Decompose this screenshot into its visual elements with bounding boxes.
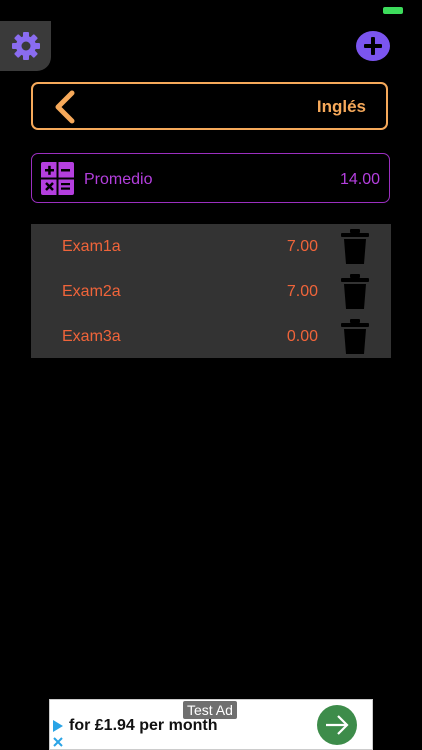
gear-icon (11, 32, 40, 60)
exam-name: Exam1a (62, 238, 121, 255)
exam-score: 0.00 (286, 328, 318, 345)
trash-icon[interactable] (341, 229, 369, 264)
average-panel: Promedio 14.00 (31, 153, 390, 203)
exam-list: Exam1a 7.00 Exam2a 7.00 Exam3a 0.00 (31, 224, 391, 358)
add-exam-button[interactable] (355, 30, 391, 62)
average-label: Promedio (84, 171, 153, 188)
back-button[interactable] (51, 90, 81, 124)
average-value: 14.00 (339, 171, 380, 188)
chevron-left-icon (55, 90, 75, 124)
trash-icon[interactable] (341, 319, 369, 354)
exam-score: 7.00 (286, 238, 318, 255)
page-title: Inglés (316, 97, 366, 116)
arrow-right-icon (326, 715, 349, 735)
exam-name: Exam2a (62, 283, 121, 300)
battery-indicator (383, 7, 403, 14)
exam-name: Exam3a (62, 328, 121, 345)
list-item[interactable]: Exam2a 7.00 (31, 269, 391, 314)
subject-header: Inglés (31, 82, 388, 130)
exam-score: 7.00 (286, 283, 318, 300)
ad-banner[interactable]: for £1.94 per month Test Ad (49, 699, 373, 750)
list-item[interactable]: Exam3a 0.00 (31, 314, 391, 359)
ad-go-button[interactable] (317, 705, 357, 745)
info-icon[interactable] (50, 718, 66, 750)
trash-icon[interactable] (341, 274, 369, 309)
settings-button[interactable] (0, 21, 51, 71)
calculator-icon (41, 162, 74, 195)
plus-circle-icon (356, 31, 390, 61)
ad-label: Test Ad (183, 701, 237, 719)
ad-text: for £1.94 per month (69, 717, 218, 734)
list-item[interactable]: Exam1a 7.00 (31, 224, 391, 269)
